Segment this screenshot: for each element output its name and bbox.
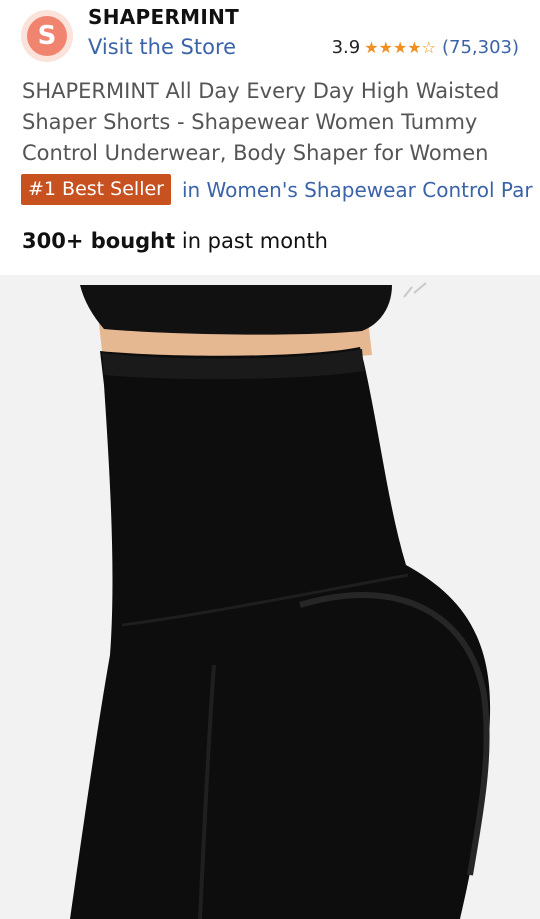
star-rating: ★ ★ ★ ★ ☆ bbox=[364, 37, 436, 57]
star-full-icon: ★ bbox=[392, 37, 408, 57]
rating-summary[interactable]: 3.9 ★ ★ ★ ★ ☆ (75,303) bbox=[332, 37, 519, 58]
bought-count: 300+ bought in past month bbox=[22, 229, 328, 253]
best-seller-badge[interactable]: #1 Best Seller bbox=[21, 174, 171, 205]
review-count-link[interactable]: (75,303) bbox=[442, 37, 519, 58]
bought-count-suffix: in past month bbox=[175, 229, 328, 253]
product-header: S SHAPERMINT Visit the Store 3.9 ★ ★ ★ ★… bbox=[0, 0, 540, 275]
star-empty-icon: ☆ bbox=[421, 37, 436, 57]
best-seller-row: #1 Best Seller in Women's Shapewear Cont… bbox=[21, 174, 533, 205]
visit-store-link[interactable]: Visit the Store bbox=[88, 35, 236, 59]
brand-logo[interactable]: S bbox=[21, 10, 73, 62]
brand-name: SHAPERMINT bbox=[88, 5, 240, 29]
star-full-icon: ★ bbox=[364, 37, 379, 57]
category-link[interactable]: in Women's Shapewear Control Par bbox=[182, 178, 533, 202]
product-image[interactable] bbox=[0, 275, 540, 919]
brand-logo-letter: S bbox=[27, 16, 67, 56]
product-page: S SHAPERMINT Visit the Store 3.9 ★ ★ ★ ★… bbox=[0, 0, 540, 919]
product-photo bbox=[0, 275, 540, 919]
rating-value: 3.9 bbox=[331, 37, 361, 58]
star-full-icon: ★ bbox=[407, 37, 422, 57]
product-title: SHAPERMINT All Day Every Day High Waiste… bbox=[22, 79, 500, 165]
bought-count-number: 300+ bought bbox=[22, 229, 176, 253]
star-full-icon: ★ bbox=[378, 37, 393, 57]
